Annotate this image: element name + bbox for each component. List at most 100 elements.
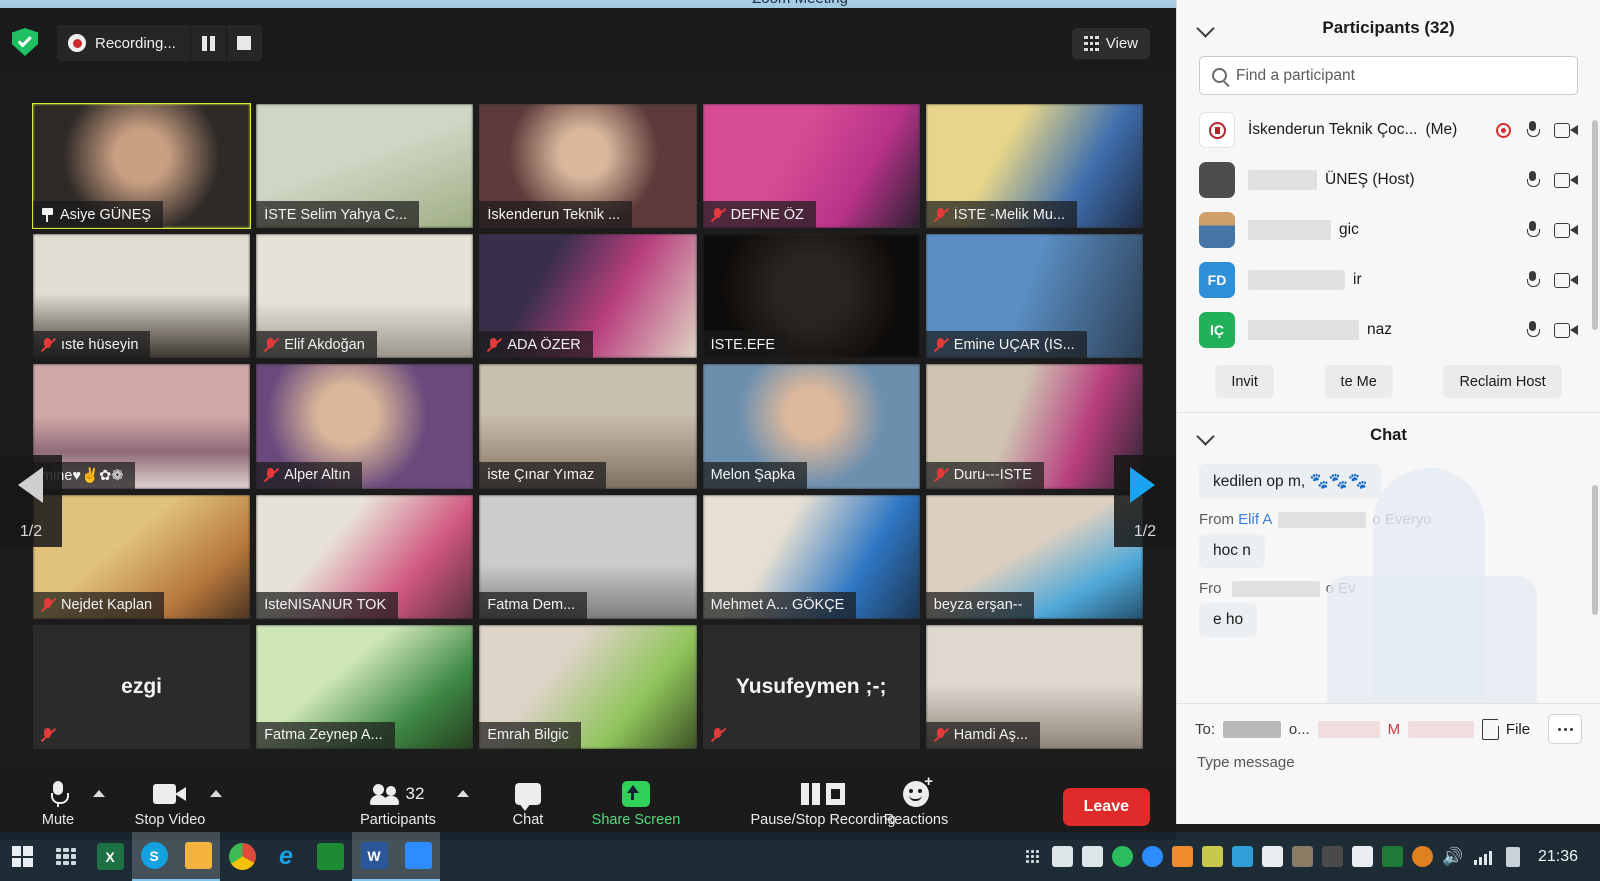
camera-icon[interactable] <box>1554 322 1578 338</box>
microphone-icon[interactable] <box>1527 121 1540 139</box>
video-tile[interactable]: mine♥✌✿❁ <box>33 364 251 489</box>
participant-list-scrollbar[interactable] <box>1592 120 1598 330</box>
microphone-icon[interactable] <box>1527 321 1540 339</box>
taskbar-clock[interactable]: 21:36 <box>1528 848 1592 866</box>
show-hidden-icons-icon[interactable] <box>1018 832 1048 881</box>
volume-icon[interactable]: 🔊 <box>1438 832 1468 881</box>
microphone-icon[interactable] <box>1527 171 1540 189</box>
chevron-down-icon[interactable] <box>1196 19 1215 38</box>
chat-more-options-button[interactable] <box>1548 714 1582 744</box>
video-tile[interactable]: Mehmet A... GÖKÇE <box>702 494 920 619</box>
participant-nameplate: Nejdet Kaplan <box>33 591 165 619</box>
recording-toolbar: Recording... View <box>0 8 1176 70</box>
mute-me-button[interactable]: te Me <box>1324 365 1393 398</box>
video-options-caret[interactable] <box>210 790 222 797</box>
video-tile[interactable]: Elif Akdoğan <box>256 234 474 359</box>
invite-button[interactable]: Invit <box>1215 365 1274 398</box>
video-tile[interactable]: İsteNİSANUR TOK <box>256 494 474 619</box>
usb-eject-icon[interactable] <box>1258 832 1288 881</box>
mute-button[interactable]: Mute <box>10 778 106 836</box>
stop-recording-button[interactable] <box>225 25 262 61</box>
video-tile[interactable]: Alper Altın <box>256 364 474 489</box>
excel-icon[interactable]: X <box>88 832 132 881</box>
video-tile[interactable]: Yusufeymen ;-; <box>702 624 920 749</box>
sync-icon[interactable] <box>1228 832 1258 881</box>
keyboard-icon[interactable] <box>1048 832 1078 881</box>
zoom-icon[interactable] <box>396 832 440 881</box>
shield-green-icon[interactable] <box>1378 832 1408 881</box>
internet-explorer-icon[interactable]: e <box>264 832 308 881</box>
skype-icon[interactable]: S <box>132 832 176 881</box>
video-tile[interactable]: Melon Şapka <box>702 364 920 489</box>
camera-icon[interactable] <box>1554 222 1578 238</box>
shield-icon[interactable] <box>1108 832 1138 881</box>
search-input[interactable] <box>1236 66 1565 85</box>
video-tile[interactable]: İSTE.EFE <box>702 234 920 359</box>
windows-start-icon[interactable] <box>0 832 44 881</box>
network-signal-icon[interactable] <box>1468 832 1498 881</box>
chat-message-list[interactable]: kedilen op m, 🐾🐾🐾 From Elif A o Everyo hoc … <box>1177 458 1600 703</box>
action-center-flag-icon[interactable] <box>1348 832 1378 881</box>
leave-button[interactable]: Leave <box>1062 788 1150 826</box>
chat-recipient-redacted[interactable] <box>1223 720 1281 738</box>
microphone-icon[interactable] <box>1527 221 1540 239</box>
chevron-down-icon[interactable] <box>1196 427 1215 446</box>
video-tile[interactable]: ADA ÖZER <box>479 234 697 359</box>
video-tile[interactable]: Asiye GÜNEŞ <box>31 102 252 230</box>
file-explorer-icon[interactable] <box>176 832 220 881</box>
participant-row[interactable]: FD ir <box>1177 255 1600 305</box>
java-icon[interactable] <box>1168 832 1198 881</box>
stop-video-button[interactable]: Stop Video <box>122 778 218 836</box>
video-tile[interactable]: İSTE Selim Yahya C... <box>256 104 474 229</box>
video-tile[interactable]: Fatma Dem... <box>479 494 697 619</box>
security-shield-icon[interactable] <box>12 28 38 56</box>
chrome-icon[interactable] <box>220 832 264 881</box>
video-tile[interactable]: İSTE -Melik Mu... <box>925 104 1143 229</box>
video-tile[interactable]: Hamdi Aş... <box>925 624 1143 749</box>
video-tile[interactable]: beyza erşan-- <box>925 494 1143 619</box>
microphone-icon[interactable] <box>1527 271 1540 289</box>
chat-file-button[interactable]: File <box>1481 718 1530 740</box>
chat-scrollbar[interactable] <box>1592 485 1598 615</box>
participants-options-caret[interactable] <box>457 790 469 797</box>
video-tile[interactable]: Fatma Zeynep A... <box>256 624 474 749</box>
image-icon[interactable] <box>1288 832 1318 881</box>
display-icon[interactable] <box>1318 832 1348 881</box>
video-tile[interactable]: Emine UÇAR (İS... <box>925 234 1143 359</box>
previous-page-button[interactable]: 1/2 <box>0 455 62 547</box>
task-view-icon[interactable] <box>44 832 88 881</box>
participant-row[interactable]: IÇ naz <box>1177 305 1600 355</box>
participant-row[interactable]: ÜNEŞ (Host) <box>1177 155 1600 205</box>
alert-icon[interactable] <box>1408 832 1438 881</box>
chat-button[interactable]: Chat <box>480 778 576 836</box>
participant-row[interactable]: İskenderun Teknik Çoc... (Me) <box>1177 105 1600 155</box>
participant-row[interactable]: gic <box>1177 205 1600 255</box>
video-tile[interactable]: Duru---İSTE <box>925 364 1143 489</box>
lock-icon[interactable] <box>1078 832 1108 881</box>
pause-recording-button[interactable] <box>189 25 226 61</box>
view-button[interactable]: View <box>1071 28 1150 59</box>
share-screen-button[interactable]: Share Screen <box>588 778 684 836</box>
battery-icon[interactable] <box>1498 832 1528 881</box>
microsoft-store-icon[interactable] <box>308 832 352 881</box>
reactions-button[interactable]: + Reactions <box>868 774 964 836</box>
zoom-tray-icon[interactable] <box>1138 832 1168 881</box>
participants-button[interactable]: 32 Participants <box>350 778 446 836</box>
video-tile[interactable]: DEFNE ÖZ <box>702 104 920 229</box>
camera-icon[interactable] <box>1554 122 1578 138</box>
notes-icon[interactable] <box>1198 832 1228 881</box>
video-tile[interactable]: iste Çınar Yımaz <box>479 364 697 489</box>
chat-message-input[interactable]: Type message <box>1195 744 1582 771</box>
audio-options-caret[interactable] <box>93 790 105 797</box>
camera-icon[interactable] <box>1554 272 1578 288</box>
camera-icon[interactable] <box>1554 172 1578 188</box>
word-icon[interactable]: W <box>352 832 396 881</box>
participant-search-box[interactable] <box>1199 56 1578 95</box>
reclaim-host-button[interactable]: Reclaim Host <box>1443 365 1562 398</box>
video-tile[interactable]: Emrah Bilgic <box>479 624 697 749</box>
video-tile[interactable]: ıste hüseyin <box>33 234 251 359</box>
video-tile[interactable]: ezgi <box>33 624 251 749</box>
video-tile[interactable]: Nejdet Kaplan <box>33 494 251 619</box>
video-tile[interactable]: İskenderun Teknik ... <box>479 104 697 229</box>
next-page-button[interactable]: 1/2 <box>1114 455 1176 547</box>
